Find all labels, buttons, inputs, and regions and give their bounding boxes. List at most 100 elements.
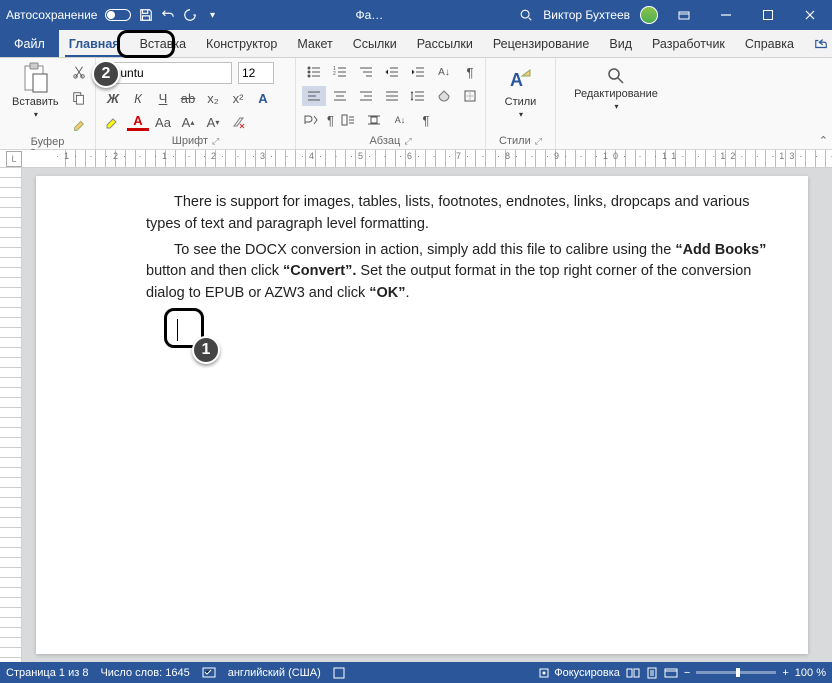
show-marks-button[interactable]: ¶	[458, 62, 482, 82]
styles-icon: A	[506, 66, 534, 94]
font-size-input[interactable]	[238, 62, 274, 84]
user-name[interactable]: Виктор Бухтеев	[543, 8, 630, 22]
clear-formatting-button[interactable]	[227, 112, 249, 132]
tab-mailings[interactable]: Рассылки	[407, 30, 483, 57]
doc-paragraph-1: There is support for images, tables, lis…	[146, 192, 776, 236]
wrap-button[interactable]	[362, 110, 386, 130]
cut-button[interactable]	[69, 62, 89, 82]
paragraph-launcher[interactable]: ⤢	[404, 136, 411, 146]
styles-launcher[interactable]: ⤢	[535, 136, 542, 146]
styles-button[interactable]: A Стили ▾	[499, 62, 543, 123]
vertical-ruler[interactable]	[0, 168, 22, 662]
close-button[interactable]	[794, 1, 826, 29]
tab-help[interactable]: Справка	[735, 30, 804, 57]
tab-references[interactable]: Ссылки	[343, 30, 407, 57]
focus-mode-button[interactable]: Фокусировка	[538, 667, 620, 679]
horizontal-ruler[interactable]	[0, 150, 832, 168]
web-view-button[interactable]	[664, 667, 678, 679]
zoom-level[interactable]: 100 %	[795, 667, 826, 679]
svg-text:A: A	[510, 70, 523, 90]
align-left-button[interactable]	[302, 86, 326, 106]
status-bar: Страница 1 из 8 Число слов: 1645 английс…	[0, 662, 832, 683]
collapse-ribbon-button[interactable]: ⌃	[819, 134, 828, 147]
editing-button[interactable]: Редактирование ▾	[566, 62, 666, 115]
tab-developer[interactable]: Разработчик	[642, 30, 735, 57]
autosave-toggle[interactable]	[105, 9, 131, 21]
format-painter-button[interactable]	[69, 114, 89, 134]
qat-more-icon[interactable]: ▾	[205, 8, 219, 22]
font-launcher[interactable]: ⤢	[212, 136, 219, 146]
justify-button[interactable]	[380, 86, 404, 106]
line-spacing-button[interactable]	[406, 86, 430, 106]
underline-button[interactable]: Ч	[152, 88, 174, 108]
ribbon-mode-icon[interactable]	[668, 1, 700, 29]
strikethrough-button[interactable]: ab	[177, 88, 199, 108]
print-view-button[interactable]	[646, 667, 658, 679]
italic-button[interactable]: К	[127, 88, 149, 108]
tab-layout[interactable]: Макет	[287, 30, 342, 57]
chevron-down-icon: ▾	[34, 110, 38, 119]
increase-indent-button[interactable]	[406, 62, 430, 82]
tab-view[interactable]: Вид	[599, 30, 642, 57]
position-button[interactable]	[336, 110, 360, 130]
document-title: Фа…	[219, 8, 519, 22]
document-area: There is support for images, tables, lis…	[0, 168, 832, 662]
shading-button[interactable]	[432, 86, 456, 106]
tab-review[interactable]: Рецензирование	[483, 30, 600, 57]
shrink-font-button[interactable]: A▾	[202, 112, 224, 132]
align-center-button[interactable]	[328, 86, 352, 106]
zoom-out-button[interactable]: −	[684, 667, 690, 679]
tab-file[interactable]: Файл	[0, 30, 59, 57]
word-count[interactable]: Число слов: 1645	[100, 667, 189, 679]
bullets-button[interactable]	[302, 62, 326, 82]
language[interactable]: английский (США)	[228, 667, 321, 679]
bold-button[interactable]: Ж	[102, 88, 124, 108]
chevron-down-icon: ▾	[519, 110, 523, 119]
font-name-input[interactable]	[102, 62, 232, 84]
page-number[interactable]: Страница 1 из 8	[6, 667, 88, 679]
document-canvas[interactable]: There is support for images, tables, lis…	[22, 168, 832, 662]
numbering-button[interactable]: 12	[328, 62, 352, 82]
share-button[interactable]: Поделиться	[804, 30, 832, 57]
maximize-button[interactable]	[752, 1, 784, 29]
minimize-button[interactable]	[710, 1, 742, 29]
sort-az-button[interactable]: А↓	[388, 110, 412, 130]
search-icon[interactable]	[519, 8, 533, 22]
redo-icon[interactable]	[183, 8, 197, 22]
highlight-button[interactable]	[102, 112, 124, 132]
tab-design[interactable]: Конструктор	[196, 30, 287, 57]
tab-home[interactable]: Главная	[59, 30, 130, 57]
tab-insert[interactable]: Вставка	[130, 30, 196, 57]
zoom-in-button[interactable]: +	[782, 667, 788, 679]
borders-button[interactable]	[458, 86, 482, 106]
accessibility-icon[interactable]	[333, 667, 345, 679]
subscript-button[interactable]: x₂	[202, 88, 224, 108]
text-direction-button[interactable]: ¶	[302, 110, 334, 130]
font-color-button[interactable]: A	[127, 113, 149, 131]
chevron-down-icon: ▾	[614, 102, 618, 111]
sort-button[interactable]: A↓	[432, 62, 456, 82]
change-case-button[interactable]: Aa	[152, 112, 174, 132]
align-right-button[interactable]	[354, 86, 378, 106]
user-avatar[interactable]	[640, 6, 658, 24]
ribbon-tabs: Файл Главная Вставка Конструктор Макет С…	[0, 30, 832, 58]
zoom-slider[interactable]	[696, 671, 776, 674]
autosave-label: Автосохранение	[6, 8, 97, 22]
grow-font-button[interactable]: A▴	[177, 112, 199, 132]
read-view-button[interactable]	[626, 667, 640, 679]
paste-button[interactable]: Вставить ▾	[6, 62, 65, 119]
pilcrow-button[interactable]: ¶	[414, 110, 438, 130]
find-icon	[606, 66, 626, 86]
styles-group-label: Стили	[499, 135, 531, 147]
multilevel-button[interactable]	[354, 62, 378, 82]
decrease-indent-button[interactable]	[380, 62, 404, 82]
page[interactable]: There is support for images, tables, lis…	[36, 176, 808, 654]
text-effects-button[interactable]: A	[252, 88, 274, 108]
focus-icon	[538, 667, 550, 679]
spellcheck-icon[interactable]	[202, 667, 216, 679]
copy-button[interactable]	[69, 88, 89, 108]
superscript-button[interactable]: x²	[227, 88, 249, 108]
save-icon[interactable]	[139, 8, 153, 22]
undo-icon[interactable]	[161, 8, 175, 22]
clipboard-icon	[21, 62, 49, 94]
